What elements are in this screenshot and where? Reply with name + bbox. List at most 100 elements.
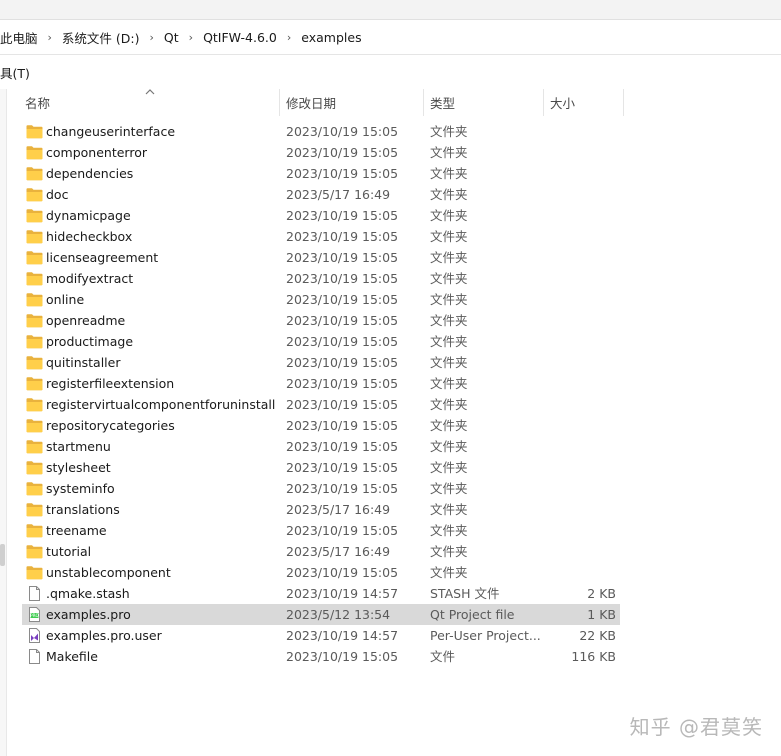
file-date: 2023/10/19 14:57 [286, 586, 399, 601]
file-row[interactable]: licenseagreement 2023/10/19 15:05 文件夹 [22, 247, 620, 268]
column-header-size[interactable]: 大小 [544, 89, 624, 116]
file-date: 2023/5/17 16:49 [286, 502, 391, 517]
file-row[interactable]: systeminfo 2023/10/19 15:05 文件夹 [22, 478, 620, 499]
file-row[interactable]: dependencies 2023/10/19 15:05 文件夹 [22, 163, 620, 184]
file-row[interactable]: examples.pro.user 2023/10/19 14:57 Per-Use… [22, 625, 620, 646]
file-size [546, 541, 616, 562]
file-row[interactable]: openreadme 2023/10/19 15:05 文件夹 [22, 310, 620, 331]
folder-icon [26, 376, 43, 391]
breadcrumb-qtifw[interactable]: QtIFW-4.6.0 [200, 20, 280, 55]
file-type: 文件夹 [430, 187, 468, 202]
file-type: 文件夹 [430, 292, 468, 307]
file-type: 文件 [430, 649, 456, 664]
address-bar[interactable]: 此电脑 › 系统文件 (D:) › Qt › QtIFW-4.6.0 › exa… [0, 20, 781, 55]
file-row[interactable]: .qmake.stash 2023/10/19 14:57 STASH 文件 2 KB [22, 583, 620, 604]
column-header-type[interactable]: 类型 [424, 89, 544, 116]
file-date: 2023/10/19 15:05 [286, 313, 399, 328]
breadcrumb-drive-d[interactable]: 系统文件 (D:) [59, 20, 143, 55]
folder-icon [26, 229, 43, 244]
file-type: 文件夹 [430, 229, 468, 244]
file-row[interactable]: changeuserinterface 2023/10/19 15:05 文件夹 [22, 121, 620, 142]
file-date: 2023/10/19 15:05 [286, 460, 399, 475]
file-date: 2023/5/12 13:54 [286, 607, 391, 622]
folder-icon [26, 145, 43, 160]
file-type: 文件夹 [430, 334, 468, 349]
file-name: openreadme [46, 313, 126, 328]
breadcrumb-qt[interactable]: Qt [161, 20, 182, 55]
folder-icon [26, 187, 43, 202]
file-type: 文件夹 [430, 502, 468, 517]
file-date: 2023/10/19 15:05 [286, 145, 399, 160]
file-name: modifyextract [46, 271, 134, 286]
folder-icon [26, 502, 43, 517]
folder-icon [26, 565, 43, 580]
file-name: licenseagreement [46, 250, 159, 265]
file-name: startmenu [46, 439, 111, 454]
file-size [546, 415, 616, 436]
file-row[interactable]: online 2023/10/19 15:05 文件夹 [22, 289, 620, 310]
visual-studio-file-icon [26, 628, 43, 643]
file-name: registerfileextension [46, 376, 175, 391]
file-date: 2023/5/17 16:49 [286, 187, 391, 202]
file-row[interactable]: doc 2023/5/17 16:49 文件夹 [22, 184, 620, 205]
breadcrumb-examples[interactable]: examples [298, 20, 364, 55]
file-row[interactable]: registervirtualcomponentforuninstall 2023… [22, 394, 620, 415]
file-name: productimage [46, 334, 134, 349]
file-name: changeuserinterface [46, 124, 176, 139]
file-date: 2023/10/19 15:05 [286, 397, 399, 412]
file-name: dependencies [46, 166, 134, 181]
file-row[interactable]: repositorycategories 2023/10/19 15:05 文件夹 [22, 415, 620, 436]
file-row[interactable]: PRO examples.pro 2023/5/12 13:54 Qt Project… [22, 604, 620, 625]
file-date: 2023/10/19 15:05 [286, 439, 399, 454]
file-name: hidecheckbox [46, 229, 133, 244]
file-row[interactable]: translations 2023/5/17 16:49 文件夹 [22, 499, 620, 520]
file-row[interactable]: modifyextract 2023/10/19 15:05 文件夹 [22, 268, 620, 289]
file-size [546, 478, 616, 499]
file-date: 2023/10/19 15:05 [286, 565, 399, 580]
folder-icon [26, 355, 43, 370]
file-row[interactable]: stylesheet 2023/10/19 15:05 文件夹 [22, 457, 620, 478]
menu-tools[interactable]: 具(T) [0, 56, 30, 89]
navigation-pane-scrollbar[interactable] [0, 544, 5, 566]
file-row[interactable]: registerfileextension 2023/10/19 15:05 文件夹 [22, 373, 620, 394]
breadcrumb-separator-icon[interactable]: › [143, 20, 161, 55]
file-row[interactable]: Makefile 2023/10/19 15:05 文件 116 KB [22, 646, 620, 667]
file-type: 文件夹 [430, 250, 468, 265]
file-date: 2023/10/19 15:05 [286, 229, 399, 244]
file-row[interactable]: quitinstaller 2023/10/19 15:05 文件夹 [22, 352, 620, 373]
menu-bar: 具(T) [0, 56, 781, 89]
file-row[interactable]: treename 2023/10/19 15:05 文件夹 [22, 520, 620, 541]
file-type: 文件夹 [430, 418, 468, 433]
breadcrumb-separator-icon[interactable]: › [280, 20, 298, 55]
file-name: .qmake.stash [46, 586, 130, 601]
file-size [546, 226, 616, 247]
file-date: 2023/10/19 15:05 [286, 481, 399, 496]
folder-icon [26, 250, 43, 265]
file-row[interactable]: tutorial 2023/5/17 16:49 文件夹 [22, 541, 620, 562]
file-size [546, 163, 616, 184]
file-date: 2023/5/17 16:49 [286, 544, 391, 559]
file-type: 文件夹 [430, 481, 468, 496]
folder-icon [26, 439, 43, 454]
file-row[interactable]: componenterror 2023/10/19 15:05 文件夹 [22, 142, 620, 163]
folder-icon [26, 418, 43, 433]
file-row[interactable]: unstablecomponent 2023/10/19 15:05 文件夹 [22, 562, 620, 583]
column-header-name[interactable]: 名称 [19, 89, 280, 116]
file-size: 2 KB [587, 586, 616, 601]
file-name: examples.pro.user [46, 628, 162, 643]
file-type: 文件夹 [430, 208, 468, 223]
folder-icon [26, 481, 43, 496]
column-header-date[interactable]: 修改日期 [280, 89, 424, 116]
file-row[interactable]: productimage 2023/10/19 15:05 文件夹 [22, 331, 620, 352]
file-row[interactable]: startmenu 2023/10/19 15:05 文件夹 [22, 436, 620, 457]
breadcrumb-this-pc[interactable]: 此电脑 [0, 20, 41, 55]
file-row[interactable]: dynamicpage 2023/10/19 15:05 文件夹 [22, 205, 620, 226]
file-row[interactable]: hidecheckbox 2023/10/19 15:05 文件夹 [22, 226, 620, 247]
folder-icon [26, 166, 43, 181]
breadcrumb-separator-icon[interactable]: › [41, 20, 59, 55]
breadcrumb-separator-icon[interactable]: › [182, 20, 200, 55]
file-date: 2023/10/19 15:05 [286, 292, 399, 307]
file-size: 116 KB [571, 649, 616, 664]
file-type: 文件夹 [430, 355, 468, 370]
file-name: componenterror [46, 145, 147, 160]
